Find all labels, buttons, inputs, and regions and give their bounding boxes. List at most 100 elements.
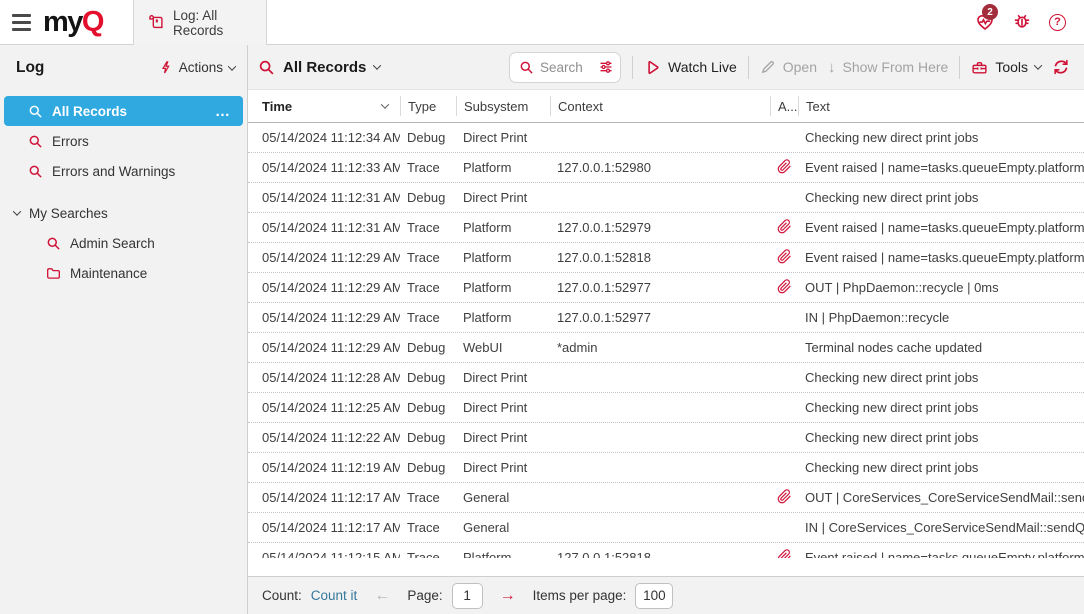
- cell-attachment: [770, 459, 798, 477]
- cell-text: Event raised | name=tasks.queueEmpty.pla…: [798, 250, 1084, 265]
- table-row[interactable]: 05/14/2024 11:12:17 AM Trace General OUT…: [248, 483, 1084, 513]
- cell-time: 05/14/2024 11:12:29 AM: [262, 310, 400, 325]
- table-row[interactable]: 05/14/2024 11:12:19 AM Debug Direct Prin…: [248, 453, 1084, 483]
- table-row[interactable]: 05/14/2024 11:12:25 AM Debug Direct Prin…: [248, 393, 1084, 423]
- sidebar-item-label: All Records: [52, 104, 127, 119]
- cell-attachment: [770, 519, 798, 537]
- cell-time: 05/14/2024 11:12:15 AM: [262, 550, 400, 558]
- count-it-link[interactable]: Count it: [311, 588, 358, 603]
- column-header-attachment[interactable]: A...: [770, 96, 798, 116]
- more-options-icon[interactable]: …: [215, 103, 231, 120]
- previous-page-icon: ←: [374, 587, 390, 605]
- cell-type: Debug: [400, 340, 456, 355]
- search-icon: [28, 104, 43, 119]
- filter-sliders-icon[interactable]: [598, 59, 614, 75]
- cell-attachment: [770, 369, 798, 387]
- cell-type: Debug: [400, 400, 456, 415]
- table-row[interactable]: 05/14/2024 11:12:15 AM Trace Platform 12…: [248, 543, 1084, 558]
- cell-text: OUT | CoreServices_CoreServiceSendMail::…: [798, 490, 1084, 505]
- tools-button[interactable]: Tools: [971, 59, 1041, 76]
- actions-button[interactable]: Actions: [159, 60, 235, 75]
- count-label: Count:: [262, 588, 302, 603]
- cell-text: Terminal nodes cache updated: [798, 340, 1084, 355]
- table-row[interactable]: 05/14/2024 11:12:29 AM Trace Platform 12…: [248, 273, 1084, 303]
- table-row[interactable]: 05/14/2024 11:12:34 AM Debug Direct Prin…: [248, 123, 1084, 153]
- search-icon: [28, 164, 43, 179]
- next-page-icon[interactable]: →: [500, 587, 516, 605]
- paperclip-icon: [777, 489, 792, 504]
- items-per-page-input[interactable]: [635, 583, 673, 609]
- cell-text: Checking new direct print jobs: [798, 400, 1084, 415]
- hamburger-menu-icon[interactable]: [12, 14, 31, 31]
- cell-context: 127.0.0.1:52818: [550, 250, 770, 265]
- page-label: Page:: [407, 588, 442, 603]
- sort-chevron-icon: [381, 100, 389, 108]
- cell-time: 05/14/2024 11:12:19 AM: [262, 460, 400, 475]
- brand-area: myQ: [0, 0, 133, 45]
- cell-subsystem: Direct Print: [456, 400, 550, 415]
- paperclip-icon: [777, 219, 792, 234]
- bug-report-icon[interactable]: [1012, 12, 1032, 32]
- search-icon: [258, 59, 275, 76]
- log-scroll-icon: [148, 14, 165, 31]
- column-header-time[interactable]: Time: [262, 96, 400, 116]
- view-selector[interactable]: All Records: [258, 59, 380, 76]
- sidebar-item-admin-search[interactable]: Admin Search: [0, 228, 247, 258]
- sidebar-item-maintenance[interactable]: Maintenance: [0, 258, 247, 288]
- notification-badge: 2: [982, 4, 998, 20]
- cell-type: Trace: [400, 490, 456, 505]
- chevron-down-icon: [13, 207, 21, 215]
- sidebar-item-label: Errors: [52, 134, 89, 149]
- show-from-here-button[interactable]: ↓ Show From Here: [828, 59, 948, 76]
- table-row[interactable]: 05/14/2024 11:12:29 AM Debug WebUI *admi…: [248, 333, 1084, 363]
- cell-text: Checking new direct print jobs: [798, 370, 1084, 385]
- cell-type: Debug: [400, 370, 456, 385]
- pagination-bar: Count: Count it ← Page: → Items per page…: [248, 576, 1084, 614]
- refresh-icon[interactable]: [1052, 58, 1070, 76]
- table-header: Time Type Subsystem Context A... Text: [248, 90, 1084, 123]
- sidebar-item-errors-and-warnings[interactable]: Errors and Warnings: [4, 156, 243, 186]
- table-row[interactable]: 05/14/2024 11:12:31 AM Debug Direct Prin…: [248, 183, 1084, 213]
- cell-subsystem: Direct Print: [456, 460, 550, 475]
- column-header-subsystem[interactable]: Subsystem: [456, 96, 550, 116]
- cell-subsystem: Direct Print: [456, 130, 550, 145]
- cell-subsystem: Direct Print: [456, 430, 550, 445]
- table-row[interactable]: 05/14/2024 11:12:17 AM Trace General IN …: [248, 513, 1084, 543]
- cell-context: 127.0.0.1:52977: [550, 310, 770, 325]
- column-header-text[interactable]: Text: [798, 96, 1084, 116]
- cell-type: Trace: [400, 280, 456, 295]
- paperclip-icon: [777, 279, 792, 294]
- table-row[interactable]: 05/14/2024 11:12:22 AM Debug Direct Prin…: [248, 423, 1084, 453]
- table-row[interactable]: 05/14/2024 11:12:33 AM Trace Platform 12…: [248, 153, 1084, 183]
- sidebar-item-label: Admin Search: [70, 236, 155, 251]
- watch-live-button[interactable]: Watch Live: [644, 59, 737, 76]
- table-row[interactable]: 05/14/2024 11:12:28 AM Debug Direct Prin…: [248, 363, 1084, 393]
- log-table: 05/14/2024 11:12:34 AM Debug Direct Prin…: [248, 123, 1084, 558]
- cell-type: Debug: [400, 130, 456, 145]
- page-input[interactable]: [452, 583, 483, 609]
- column-header-type[interactable]: Type: [400, 96, 456, 116]
- system-health-icon[interactable]: 2: [975, 12, 995, 32]
- cell-time: 05/14/2024 11:12:33 AM: [262, 160, 400, 175]
- cell-time: 05/14/2024 11:12:28 AM: [262, 370, 400, 385]
- search-input[interactable]: [540, 60, 592, 75]
- sidebar-section-my-searches[interactable]: My Searches: [0, 198, 247, 228]
- search-icon: [519, 60, 534, 75]
- open-button[interactable]: Open: [760, 59, 817, 75]
- cell-subsystem: WebUI: [456, 340, 550, 355]
- column-header-context[interactable]: Context: [550, 96, 770, 116]
- tab-log-all-records[interactable]: Log: All Records: [133, 0, 267, 45]
- sidebar-item-errors[interactable]: Errors: [4, 126, 243, 156]
- lightning-icon: [159, 60, 173, 75]
- cell-subsystem: Direct Print: [456, 370, 550, 385]
- cell-time: 05/14/2024 11:12:29 AM: [262, 250, 400, 265]
- table-row[interactable]: 05/14/2024 11:12:29 AM Trace Platform 12…: [248, 303, 1084, 333]
- table-row[interactable]: 05/14/2024 11:12:31 AM Trace Platform 12…: [248, 213, 1084, 243]
- help-icon[interactable]: ?: [1049, 14, 1066, 31]
- sidebar-header: Log Actions: [0, 45, 247, 90]
- table-row[interactable]: 05/14/2024 11:12:29 AM Trace Platform 12…: [248, 243, 1084, 273]
- cell-attachment: [770, 279, 798, 297]
- sidebar-item-all-records[interactable]: All Records …: [4, 96, 243, 126]
- chevron-down-icon: [1034, 61, 1042, 69]
- cell-text: Event raised | name=tasks.queueEmpty.pla…: [798, 220, 1084, 235]
